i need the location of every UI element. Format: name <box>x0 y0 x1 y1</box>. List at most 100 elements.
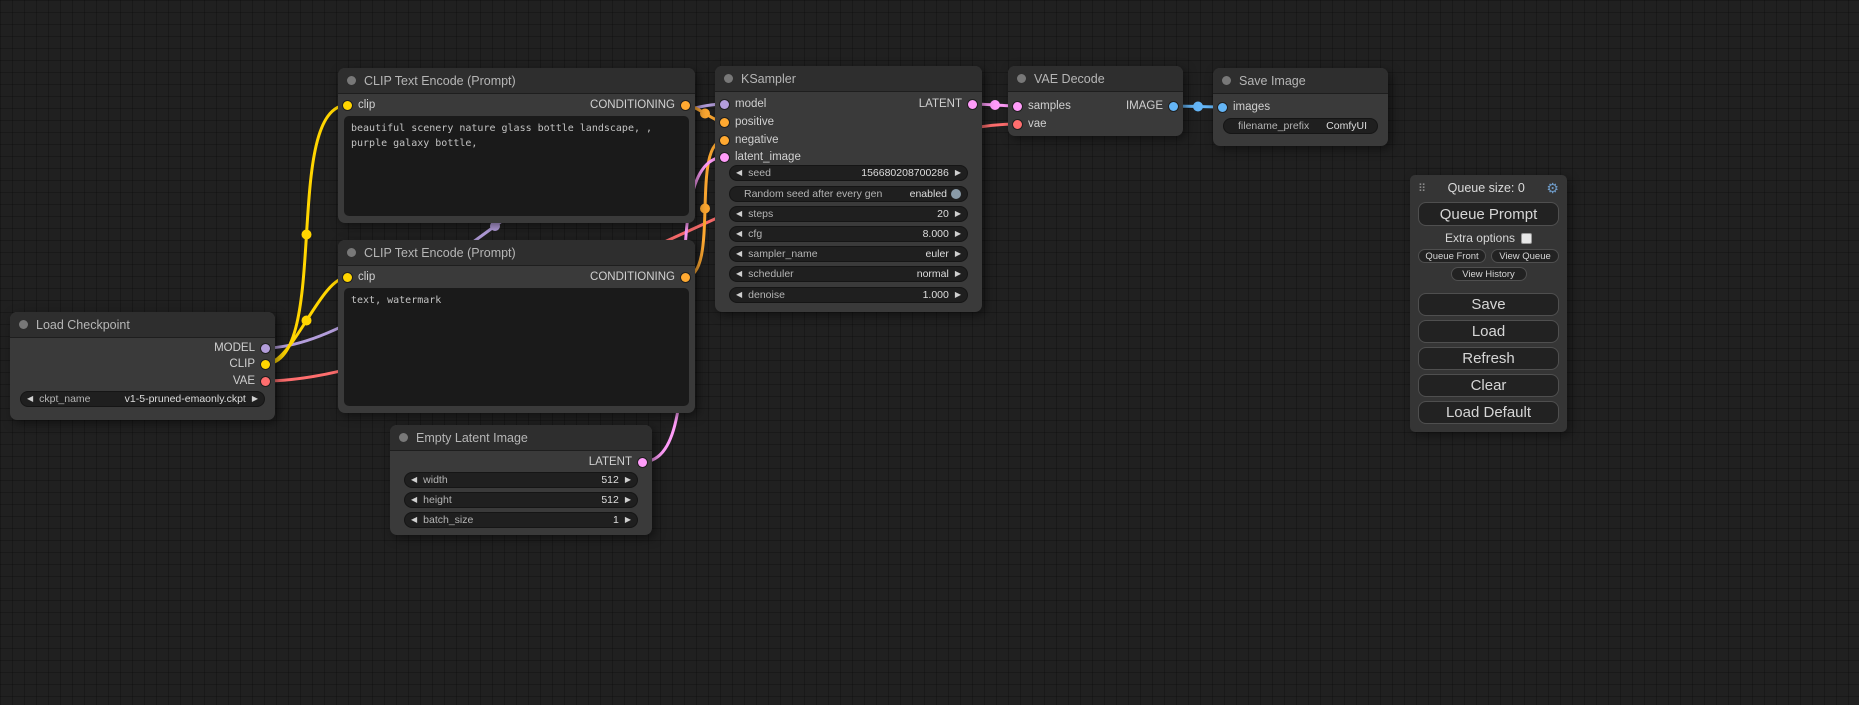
increment-arrow-icon[interactable]: ▶ <box>625 516 631 524</box>
input-slot-model[interactable] <box>720 100 729 109</box>
prompt-textarea[interactable]: beautiful scenery nature glass bottle la… <box>344 116 689 216</box>
node-collapse-dot[interactable] <box>347 76 356 85</box>
node-title-bar[interactable]: KSampler <box>715 66 982 92</box>
input-slot-samples-label: samples <box>1028 100 1071 112</box>
node-ksampler[interactable]: KSampler model positive negative latent_… <box>715 66 982 312</box>
node-collapse-dot[interactable] <box>1222 76 1231 85</box>
node-empty-latent-image[interactable]: Empty Latent Image LATENT ◀ width 512 ▶ … <box>390 425 652 535</box>
load-button[interactable]: Load <box>1418 320 1559 343</box>
decrement-arrow-icon[interactable]: ◀ <box>736 291 742 299</box>
ckpt-name-widget[interactable]: ◀ ckpt_name v1-5-pruned-emaonly.ckpt ▶ <box>20 391 265 407</box>
increment-arrow-icon[interactable]: ▶ <box>955 230 961 238</box>
seed-widget[interactable]: ◀ seed 156680208700286 ▶ <box>729 165 968 181</box>
widget-label: steps <box>748 208 937 220</box>
increment-arrow-icon[interactable]: ▶ <box>955 270 961 278</box>
batch-size-widget[interactable]: ◀ batch_size 1 ▶ <box>404 512 638 528</box>
output-slot-model[interactable] <box>261 344 270 353</box>
output-slot-conditioning[interactable] <box>681 101 690 110</box>
node-title-bar[interactable]: Save Image <box>1213 68 1388 94</box>
output-slot-conditioning-label: CONDITIONING <box>590 99 675 111</box>
widget-value: 156680208700286 <box>861 167 949 179</box>
increment-arrow-icon[interactable]: ▶ <box>625 496 631 504</box>
widget-label: scheduler <box>748 268 917 280</box>
cfg-widget[interactable]: ◀ cfg 8.000 ▶ <box>729 226 968 242</box>
decrement-arrow-icon[interactable]: ◀ <box>736 270 742 278</box>
extra-options-checkbox[interactable] <box>1521 233 1532 244</box>
increment-arrow-icon[interactable]: ▶ <box>625 476 631 484</box>
output-slot-vae[interactable] <box>261 377 270 386</box>
output-slot-conditioning-label: CONDITIONING <box>590 271 675 283</box>
decrement-arrow-icon[interactable]: ◀ <box>736 169 742 177</box>
width-widget[interactable]: ◀ width 512 ▶ <box>404 472 638 488</box>
prompt-textarea[interactable]: text, watermark <box>344 288 689 406</box>
input-slot-samples[interactable] <box>1013 102 1022 111</box>
load-default-button[interactable]: Load Default <box>1418 401 1559 424</box>
drag-handle-icon[interactable]: ⠿ <box>1418 182 1426 195</box>
decrement-arrow-icon[interactable]: ◀ <box>411 516 417 524</box>
increment-arrow-icon[interactable]: ▶ <box>955 291 961 299</box>
scheduler-widget[interactable]: ◀ scheduler normal ▶ <box>729 266 968 282</box>
increment-arrow-icon[interactable]: ▶ <box>955 250 961 258</box>
decrement-arrow-icon[interactable]: ◀ <box>736 210 742 218</box>
input-slot-clip[interactable] <box>343 273 352 282</box>
node-title-bar[interactable]: CLIP Text Encode (Prompt) <box>338 240 695 266</box>
widget-label: sampler_name <box>748 248 925 260</box>
output-slot-latent[interactable] <box>638 458 647 467</box>
node-title-bar[interactable]: VAE Decode <box>1008 66 1183 92</box>
steps-widget[interactable]: ◀ steps 20 ▶ <box>729 206 968 222</box>
increment-arrow-icon[interactable]: ▶ <box>252 395 258 403</box>
widget-value: ComfyUI <box>1326 120 1367 132</box>
node-collapse-dot[interactable] <box>347 248 356 257</box>
node-title: Empty Latent Image <box>416 431 528 445</box>
refresh-button[interactable]: Refresh <box>1418 347 1559 370</box>
output-slot-clip[interactable] <box>261 360 270 369</box>
node-title-bar[interactable]: CLIP Text Encode (Prompt) <box>338 68 695 94</box>
widget-value: 20 <box>937 208 949 220</box>
view-queue-button[interactable]: View Queue <box>1491 249 1559 263</box>
node-clip-text-encode-negative[interactable]: CLIP Text Encode (Prompt) clip CONDITION… <box>338 240 695 413</box>
increment-arrow-icon[interactable]: ▶ <box>955 169 961 177</box>
node-collapse-dot[interactable] <box>19 320 28 329</box>
node-save-image[interactable]: Save Image images filename_prefix ComfyU… <box>1213 68 1388 146</box>
node-collapse-dot[interactable] <box>1017 74 1026 83</box>
decrement-arrow-icon[interactable]: ◀ <box>736 250 742 258</box>
clear-button[interactable]: Clear <box>1418 374 1559 397</box>
output-slot-latent[interactable] <box>968 100 977 109</box>
extra-options-label: Extra options <box>1445 231 1515 245</box>
node-load-checkpoint[interactable]: Load Checkpoint MODEL CLIP VAE ◀ ckpt_na… <box>10 312 275 420</box>
settings-gear-icon[interactable]: ⚙ <box>1546 181 1559 195</box>
decrement-arrow-icon[interactable]: ◀ <box>736 230 742 238</box>
view-history-button[interactable]: View History <box>1451 267 1527 281</box>
decrement-arrow-icon[interactable]: ◀ <box>411 476 417 484</box>
input-slot-clip[interactable] <box>343 101 352 110</box>
queue-prompt-button[interactable]: Queue Prompt <box>1418 202 1559 226</box>
save-button[interactable]: Save <box>1418 293 1559 316</box>
node-title-bar[interactable]: Load Checkpoint <box>10 312 275 338</box>
widget-label: width <box>423 474 601 486</box>
output-slot-conditioning[interactable] <box>681 273 690 282</box>
filename-prefix-widget[interactable]: filename_prefix ComfyUI <box>1223 118 1378 134</box>
increment-arrow-icon[interactable]: ▶ <box>955 210 961 218</box>
input-slot-positive[interactable] <box>720 118 729 127</box>
queue-front-button[interactable]: Queue Front <box>1418 249 1486 263</box>
input-slot-images[interactable] <box>1218 103 1227 112</box>
denoise-widget[interactable]: ◀ denoise 1.000 ▶ <box>729 287 968 303</box>
node-title-bar[interactable]: Empty Latent Image <box>390 425 652 451</box>
input-slot-vae[interactable] <box>1013 120 1022 129</box>
node-title: Save Image <box>1239 74 1306 88</box>
node-collapse-dot[interactable] <box>724 74 733 83</box>
comfy-menu-panel[interactable]: ⠿ Queue size: 0 ⚙ Queue Prompt Extra opt… <box>1410 175 1567 432</box>
height-widget[interactable]: ◀ height 512 ▶ <box>404 492 638 508</box>
node-vae-decode[interactable]: VAE Decode samples vae IMAGE <box>1008 66 1183 136</box>
input-slot-negative[interactable] <box>720 136 729 145</box>
widget-value: v1-5-pruned-emaonly.ckpt <box>125 393 246 405</box>
random-seed-toggle[interactable] <box>951 189 961 199</box>
node-clip-text-encode-positive[interactable]: CLIP Text Encode (Prompt) clip CONDITION… <box>338 68 695 223</box>
decrement-arrow-icon[interactable]: ◀ <box>411 496 417 504</box>
input-slot-latent-image[interactable] <box>720 153 729 162</box>
sampler-name-widget[interactable]: ◀ sampler_name euler ▶ <box>729 246 968 262</box>
decrement-arrow-icon[interactable]: ◀ <box>27 395 33 403</box>
output-slot-image[interactable] <box>1169 102 1178 111</box>
random-seed-widget[interactable]: Random seed after every gen enabled <box>729 186 968 202</box>
node-collapse-dot[interactable] <box>399 433 408 442</box>
